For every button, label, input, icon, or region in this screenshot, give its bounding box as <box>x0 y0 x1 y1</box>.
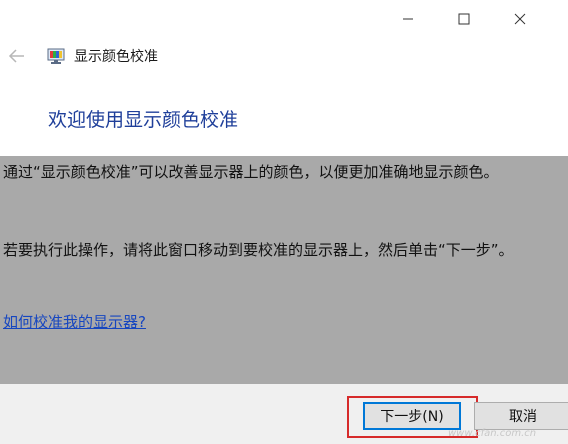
calibration-window: 显示颜色校准 欢迎使用显示颜色校准 通过“显示颜色校准”可以改善显示器上的颜色，… <box>0 0 568 444</box>
watermark: www.cfan.com.cn <box>448 428 537 439</box>
next-button[interactable]: 下一步(N) <box>363 402 461 430</box>
back-arrow-icon[interactable] <box>8 48 28 66</box>
close-icon <box>514 13 526 25</box>
cancel-button[interactable]: 取消 <box>474 402 568 430</box>
title-bar <box>0 0 568 38</box>
help-link[interactable]: 如何校准我的显示器? <box>3 312 146 332</box>
maximize-icon <box>458 13 470 25</box>
content-area: 通过“显示颜色校准”可以改善显示器上的颜色，以便更加准确地显示颜色。 若要执行此… <box>0 156 568 384</box>
intro-paragraph: 通过“显示颜色校准”可以改善显示器上的颜色，以便更加准确地显示颜色。 <box>3 163 499 181</box>
navigation-bar: 显示颜色校准 <box>0 40 568 74</box>
instruction-paragraph: 若要执行此操作，请将此窗口移动到要校准的显示器上，然后单击“下一步”。 <box>3 241 514 259</box>
page-heading: 欢迎使用显示颜色校准 <box>48 109 239 131</box>
display-calibration-icon <box>47 48 66 65</box>
minimize-button[interactable] <box>380 0 436 38</box>
nav-title: 显示颜色校准 <box>74 49 158 65</box>
minimize-icon <box>403 18 413 20</box>
close-button[interactable] <box>492 0 548 38</box>
maximize-button[interactable] <box>436 0 492 38</box>
